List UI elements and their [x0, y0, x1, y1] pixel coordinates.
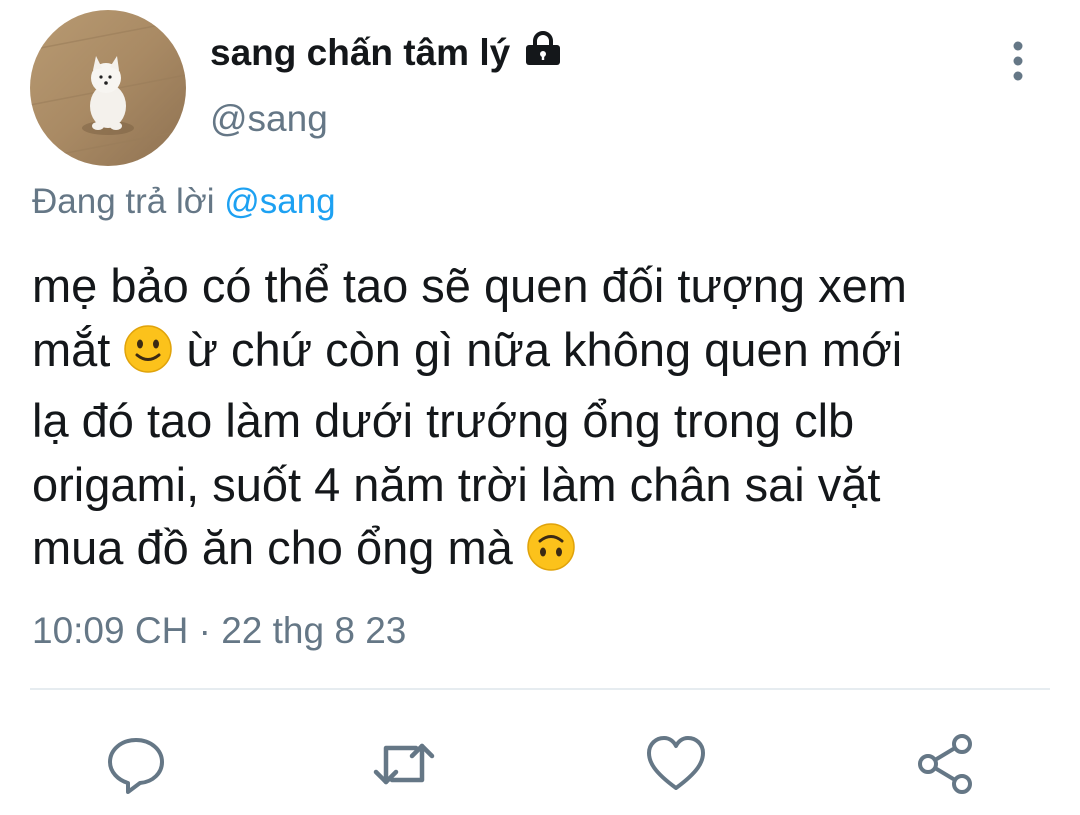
avatar[interactable]	[30, 10, 186, 166]
reply-button[interactable]	[104, 732, 168, 796]
lock-icon	[522, 30, 564, 75]
tweet-line: mua đồ ăn cho ổng mà	[32, 516, 1042, 588]
tweet-line: mẹ bảo có thể tao sẽ quen đối tượng xem	[32, 259, 907, 312]
divider	[30, 688, 1050, 690]
slightly-smiling-face-icon	[123, 324, 173, 390]
tweet-line-text: mắt	[32, 322, 111, 376]
tweet-line-text: mua đồ ăn cho ổng mà	[32, 521, 513, 574]
replying-to: Đang trả lời @sang	[32, 182, 336, 222]
retweet-button[interactable]	[372, 732, 436, 796]
replying-to-mention[interactable]: @sang	[224, 182, 335, 221]
tweet-line: mắt ừ chứ còn gì nữa không quen mới	[32, 318, 1042, 390]
tweet-text: mẹ bảo có thể tao sẽ quen đối tượng xem …	[32, 254, 1042, 588]
tweet-timestamp[interactable]: 10:09 CH · 22 thg 8 23	[32, 610, 406, 652]
display-name-text: sang chấn tâm lý	[210, 31, 511, 73]
user-handle[interactable]: @sang	[210, 98, 328, 140]
tweet-line: origami, suốt 4 năm trời làm chân sai vặ…	[32, 457, 881, 511]
share-button[interactable]	[914, 732, 978, 796]
replying-to-label: Đang trả lời	[32, 182, 215, 221]
like-icon	[647, 736, 705, 790]
upside-down-face-icon	[526, 522, 576, 588]
tweet-line-text: ừ chứ còn gì nữa không quen mới	[186, 322, 903, 376]
tweet-line: lạ đó tao làm dưới trướng ổng trong clb	[32, 394, 855, 447]
more-options-icon[interactable]	[1000, 38, 1036, 86]
share-icon	[918, 734, 972, 794]
display-name[interactable]: sang chấn tâm lý	[210, 30, 564, 75]
like-button[interactable]	[644, 732, 708, 796]
reply-icon	[108, 738, 164, 794]
retweet-icon	[373, 743, 435, 785]
